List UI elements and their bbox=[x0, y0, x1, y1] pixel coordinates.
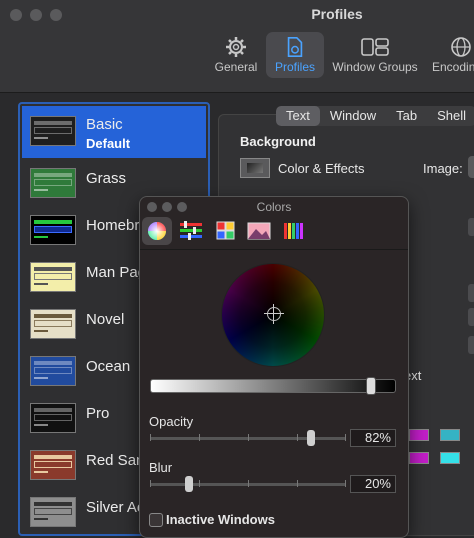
profile-thumbnail bbox=[30, 356, 76, 386]
window-groups-icon bbox=[361, 38, 389, 56]
slider-tick bbox=[199, 480, 200, 487]
slider-tick bbox=[150, 480, 151, 487]
tab-window[interactable]: Window bbox=[320, 106, 386, 126]
inactive-windows-label: Inactive Windows bbox=[166, 512, 275, 527]
profile-thumbnail bbox=[30, 497, 76, 527]
slider-tick bbox=[345, 434, 346, 441]
settings-tabs: Text Window Tab Shell bbox=[276, 106, 474, 126]
default-label: Default bbox=[86, 136, 131, 151]
toolbar-general[interactable]: General bbox=[208, 32, 264, 78]
brightness-slider[interactable] bbox=[150, 379, 396, 393]
background-color-swatch[interactable] bbox=[240, 158, 270, 178]
color-palettes-icon bbox=[216, 221, 235, 240]
image-label: Image: bbox=[423, 161, 463, 176]
window-toolbar: Profiles General Profiles Window Groups … bbox=[0, 0, 474, 93]
blur-value-field[interactable]: 20% bbox=[350, 475, 396, 493]
pencils-icon bbox=[284, 223, 303, 239]
slider-tick bbox=[297, 434, 298, 441]
image-select-button[interactable] bbox=[468, 156, 474, 178]
slider-tick bbox=[199, 434, 200, 441]
toolbar-window-groups[interactable]: Window Groups bbox=[328, 32, 422, 78]
opacity-label: Opacity bbox=[149, 414, 194, 429]
color-wheel-icon bbox=[148, 222, 166, 240]
background-heading: Background bbox=[240, 134, 316, 149]
toolbar-profiles-label: Profiles bbox=[274, 60, 315, 74]
profile-name: Ocean bbox=[86, 358, 131, 375]
ansi-color-swatch[interactable] bbox=[409, 452, 429, 464]
document-gear-icon bbox=[287, 37, 303, 57]
window-title: Profiles bbox=[311, 6, 363, 22]
opacity-slider-thumb[interactable] bbox=[306, 430, 315, 446]
profile-name: Novel bbox=[86, 311, 125, 328]
slider-tick bbox=[248, 434, 249, 441]
colors-panel: Colors Opacity 82% Blur 20% Inactive Win… bbox=[139, 196, 409, 538]
color-palettes-tab[interactable] bbox=[211, 217, 241, 245]
toolbar-general-label: General bbox=[214, 60, 258, 74]
gear-icon bbox=[226, 37, 246, 57]
blur-label: Blur bbox=[149, 460, 173, 475]
pencils-tab[interactable] bbox=[278, 217, 308, 245]
tab-text[interactable]: Text bbox=[276, 106, 320, 126]
crosshair-icon[interactable] bbox=[264, 304, 284, 324]
side-control[interactable] bbox=[468, 336, 474, 354]
toolbar-encodings[interactable]: Encodin bbox=[428, 32, 474, 78]
profile-thumbnail bbox=[30, 450, 76, 480]
side-control[interactable] bbox=[468, 308, 474, 326]
inactive-windows-checkbox[interactable] bbox=[149, 513, 163, 527]
brightness-slider-thumb[interactable] bbox=[365, 377, 376, 395]
slider-tick bbox=[150, 434, 151, 441]
ansi-color-swatch[interactable] bbox=[440, 429, 460, 441]
profile-item-basic[interactable]: Basic Default bbox=[22, 106, 206, 158]
ansi-color-swatch[interactable] bbox=[440, 452, 460, 464]
ansi-color-swatch[interactable] bbox=[409, 429, 429, 441]
profile-name: Man Pag bbox=[86, 264, 147, 281]
side-control[interactable] bbox=[468, 218, 474, 236]
profile-name: Silver Ae bbox=[86, 499, 146, 516]
toolbar-encodings-label: Encodin bbox=[432, 60, 474, 74]
profile-thumbnail bbox=[30, 262, 76, 292]
profile-thumbnail bbox=[30, 309, 76, 339]
slider-tick bbox=[248, 480, 249, 487]
slider-tick bbox=[297, 480, 298, 487]
tab-tab[interactable]: Tab bbox=[386, 106, 427, 126]
color-sliders-icon bbox=[180, 221, 202, 240]
blur-slider-thumb[interactable] bbox=[185, 476, 194, 492]
colors-toolbar-divider bbox=[140, 249, 408, 250]
toolbar-window-groups-label: Window Groups bbox=[332, 60, 418, 74]
slider-tick bbox=[345, 480, 346, 487]
profile-thumbnail bbox=[30, 403, 76, 433]
image-palettes-icon bbox=[247, 222, 271, 240]
profile-name: Grass bbox=[86, 170, 127, 187]
profile-name: Basic bbox=[86, 116, 123, 133]
profile-thumbnail bbox=[30, 215, 76, 245]
profile-thumbnail bbox=[30, 116, 76, 146]
profile-name: Pro bbox=[86, 405, 110, 422]
globe-icon bbox=[451, 37, 471, 57]
profile-thumbnail bbox=[30, 168, 76, 198]
tab-shell[interactable]: Shell bbox=[427, 106, 474, 126]
color-wheel-tab[interactable] bbox=[142, 217, 172, 245]
opacity-value-field[interactable]: 82% bbox=[350, 429, 396, 447]
color-effects-label: Color & Effects bbox=[278, 161, 365, 176]
image-palettes-tab[interactable] bbox=[244, 217, 274, 245]
side-control[interactable] bbox=[468, 284, 474, 302]
colors-title: Colors bbox=[256, 200, 292, 214]
color-sliders-tab[interactable] bbox=[176, 217, 206, 245]
toolbar-profiles[interactable]: Profiles bbox=[266, 32, 324, 78]
